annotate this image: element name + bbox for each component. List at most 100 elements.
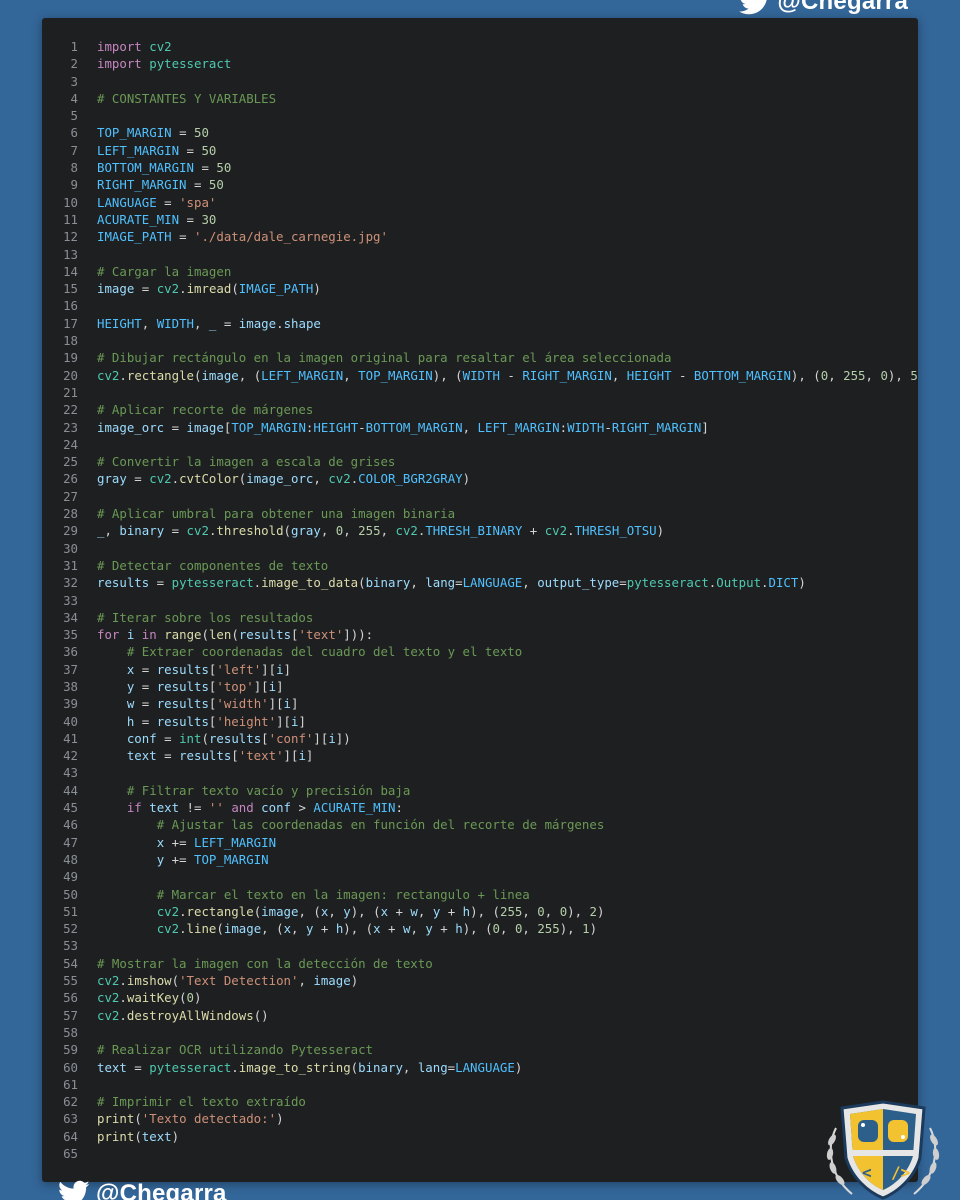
code-token: image <box>186 419 224 435</box>
line-number: 30 <box>63 540 78 556</box>
code-token: ( <box>171 973 180 989</box>
code-token: print <box>97 1111 135 1127</box>
code-token: results <box>156 696 209 712</box>
code-token: ( <box>231 627 239 643</box>
code-text: image = cv2.imread(IMAGE_PATH) <box>97 280 321 297</box>
code-token: i <box>268 678 277 694</box>
code-line: 39 w = results['width'][i] <box>42 695 918 712</box>
code-token: for <box>97 627 120 643</box>
code-token: cv2 <box>328 471 351 487</box>
code-line: 31 # Detectar componentes de texto <box>42 557 918 574</box>
code-text: cv2.destroyAllWindows() <box>97 1007 269 1024</box>
line-number: 13 <box>63 246 78 262</box>
line-number: 9 <box>70 177 78 193</box>
code-token: range <box>164 627 202 643</box>
code-token: DICT <box>768 575 799 591</box>
code-token: 0 <box>492 921 501 937</box>
line-number: 32 <box>63 575 78 591</box>
code-text: cv2.line(image, (x, y + h), (x + w, y + … <box>97 920 597 937</box>
code-token: - <box>358 419 366 435</box>
code-text: HEIGHT, WIDTH, _ = image.shape <box>97 315 321 332</box>
code-line: 18 <box>42 332 918 349</box>
code-token: ACURATE_MIN <box>313 800 396 816</box>
code-text: # Imprimir el texto extraído <box>97 1093 306 1110</box>
line-number: 60 <box>63 1059 78 1075</box>
code-token: . <box>119 973 127 989</box>
code-token: WIDTH <box>462 367 500 383</box>
line-number: 19 <box>63 350 78 366</box>
code-token: = <box>134 281 157 297</box>
code-token: import <box>97 39 142 54</box>
code-token: cv2 <box>97 1007 120 1023</box>
code-token: import <box>97 56 142 72</box>
line-number: 12 <box>63 229 78 245</box>
code-token: THRESH_OTSU <box>574 523 657 539</box>
code-token: = <box>156 194 180 210</box>
code-token: ( <box>231 281 239 297</box>
code-token: ]) <box>335 730 351 746</box>
code-token: LEFT_MARGIN <box>97 142 180 158</box>
code-token: # Ajustar las coordenadas en función del… <box>156 817 605 833</box>
code-editor: 1 import cv2 2 import pytesseract 3 4 # CONSTA… <box>42 18 918 1182</box>
line-number: 15 <box>63 281 78 297</box>
code-token: i <box>276 661 284 677</box>
code-token: int <box>179 730 202 746</box>
code-text: LANGUAGE = 'spa' <box>97 194 216 211</box>
code-text: # Extraer coordenadas del cuadro del tex… <box>97 643 522 660</box>
code-text: x += LEFT_MARGIN <box>97 834 276 851</box>
code-token: # Dibujar rectángulo en la imagen origin… <box>97 350 672 366</box>
code-token: 'text' <box>298 627 344 643</box>
code-token: # Mostrar la imagen con la detección de … <box>97 955 433 971</box>
code-token: , <box>500 921 515 937</box>
line-number: 23 <box>63 419 78 435</box>
code-text: # Detectar componentes de texto <box>97 557 328 574</box>
code-line: 47 x += LEFT_MARGIN <box>42 834 918 851</box>
code-token: 1 <box>582 921 590 937</box>
code-text: w = results['width'][i] <box>97 695 299 712</box>
code-line: 20 cv2.rectangle(image, (LEFT_MARGIN, TOP… <box>42 367 918 384</box>
code-token: 'spa' <box>179 194 217 210</box>
code-token: ), ( <box>350 903 381 919</box>
code-text: text = pytesseract.image_to_string(binar… <box>97 1059 522 1076</box>
line-number: 43 <box>63 765 78 781</box>
code-token: results <box>208 730 262 746</box>
code-line: 59 # Realizar OCR utilizando Pytesseract <box>42 1041 918 1058</box>
code-text: # CONSTANTES Y VARIABLES <box>97 90 276 107</box>
code-token: cv2 <box>97 990 120 1006</box>
code-line: 19 # Dibujar rectángulo en la imagen orig… <box>42 349 918 366</box>
code-token: and <box>231 800 254 816</box>
code-token: TOP_MARGIN <box>231 419 306 435</box>
code-token: WIDTH <box>156 315 194 331</box>
code-token: + <box>380 921 403 937</box>
code-token: . <box>171 471 180 487</box>
line-number: 46 <box>63 817 78 833</box>
code-token: ] <box>276 678 284 694</box>
code-token: ][ <box>283 748 299 764</box>
code-token: output_type <box>537 575 620 591</box>
line-number: 44 <box>63 782 78 798</box>
code-text: # Ajustar las coordenadas en función del… <box>97 816 605 833</box>
code-token: y <box>343 903 351 919</box>
code-token: = <box>149 575 172 591</box>
line-number: 31 <box>63 557 78 573</box>
code-token: cv2 <box>156 921 180 937</box>
code-token: Output <box>716 575 762 591</box>
code-line: 43 <box>42 764 918 781</box>
code-token: results <box>156 661 209 677</box>
code-token: . <box>179 903 187 919</box>
code-token: conf <box>261 800 292 816</box>
code-token: ), <box>567 903 590 919</box>
code-token: ( <box>134 1128 142 1144</box>
code-line: 49 <box>42 868 918 885</box>
code-line: 40 h = results['height'][i] <box>42 713 918 730</box>
code-token: , <box>104 523 120 539</box>
code-token: ) <box>597 903 605 919</box>
code-line: 64 print(text) <box>42 1128 918 1145</box>
code-token: ) <box>350 973 359 989</box>
code-token: LEFT_MARGIN <box>477 419 560 435</box>
code-token: lang <box>425 575 456 591</box>
code-line: 63 print('Texto detectado:') <box>42 1110 918 1127</box>
code-line: 1 import cv2 <box>42 38 918 55</box>
code-token: = <box>171 125 194 141</box>
